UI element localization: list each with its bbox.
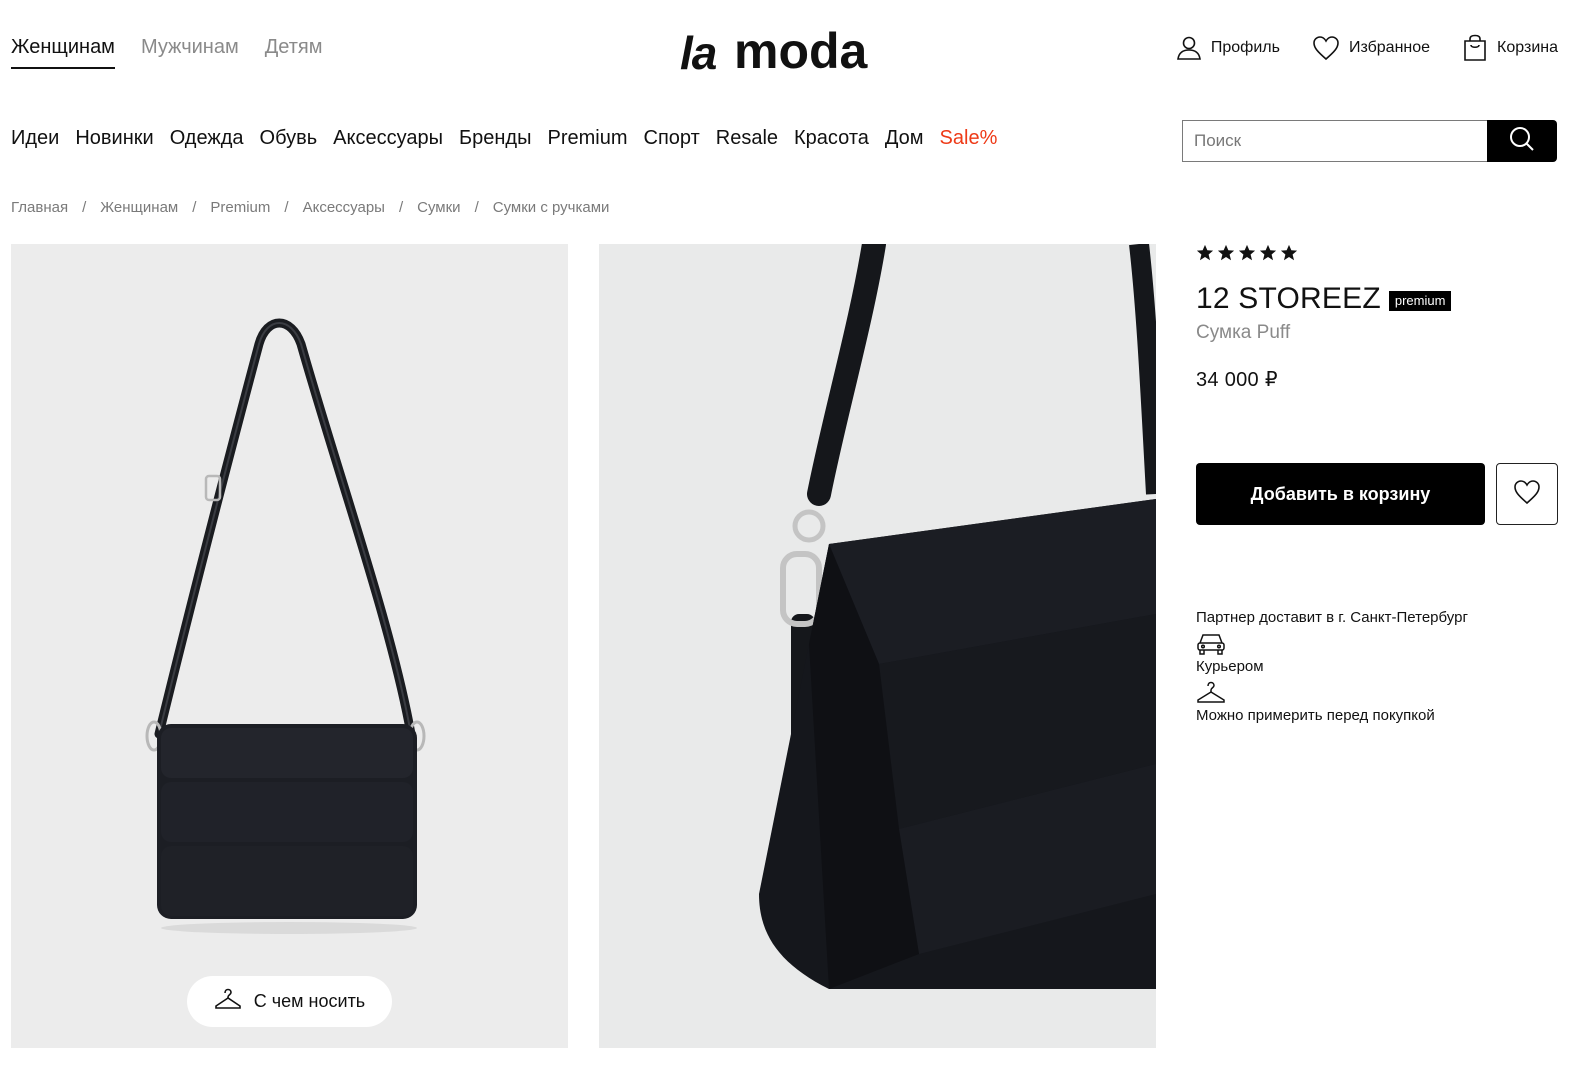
category-nav: Идеи Новинки Одежда Обувь Аксессуары Бре… — [11, 127, 997, 150]
what-to-wear-button[interactable]: С чем носить — [187, 976, 392, 1027]
category-brands[interactable]: Бренды — [459, 127, 531, 150]
bag-detail-image — [599, 244, 1156, 1048]
courier-label: Курьером — [1196, 658, 1264, 675]
heart-icon — [1513, 479, 1541, 510]
tab-men[interactable]: Мужчинам — [141, 36, 239, 69]
tab-kids[interactable]: Детям — [265, 36, 323, 69]
star-icon — [1280, 244, 1298, 261]
bag-icon — [1462, 34, 1488, 62]
product-photo-detail[interactable] — [599, 244, 1156, 1048]
cart-label: Корзина — [1497, 39, 1558, 56]
logo-part-la: la — [680, 27, 717, 79]
breadcrumb-item-bags[interactable]: Сумки — [417, 199, 460, 216]
category-home[interactable]: Дом — [885, 127, 924, 150]
add-to-favorites-button[interactable] — [1496, 463, 1558, 525]
hanger-icon — [214, 988, 242, 1015]
rating-stars[interactable] — [1196, 244, 1566, 264]
top-header: Женщинам Мужчинам Детям la moda Профиль … — [0, 0, 1586, 100]
category-beauty[interactable]: Красота — [794, 127, 869, 150]
breadcrumb-item-accessories[interactable]: Аксессуары — [303, 199, 385, 216]
category-sale[interactable]: Sale% — [940, 127, 998, 150]
breadcrumb-separator: / — [474, 199, 479, 216]
breadcrumb-separator: / — [192, 199, 197, 216]
heart-icon — [1312, 35, 1340, 61]
category-sport[interactable]: Спорт — [644, 127, 700, 150]
search-bar — [1182, 120, 1557, 162]
delivery-info: Партнер доставит в г. Санкт-Петербург Ку… — [1196, 609, 1468, 724]
category-accessories[interactable]: Аксессуары — [333, 127, 443, 150]
breadcrumb: Главная / Женщинам / Premium / Аксессуар… — [11, 199, 609, 216]
product-name: Сумка Puff — [1196, 322, 1291, 343]
breadcrumb-item-premium[interactable]: Premium — [210, 199, 270, 216]
user-icon — [1176, 35, 1202, 61]
breadcrumb-separator: / — [284, 199, 289, 216]
star-icon — [1217, 244, 1235, 261]
lamoda-logo[interactable]: la moda — [680, 20, 892, 79]
favorites-link[interactable]: Избранное — [1312, 35, 1430, 61]
breadcrumb-item-women[interactable]: Женщинам — [100, 199, 178, 216]
delivery-partner-text[interactable]: Партнер доставит в г. Санкт-Петербург — [1196, 609, 1468, 626]
what-to-wear-label: С чем носить — [253, 991, 366, 1011]
star-icon — [1238, 244, 1256, 261]
tab-women[interactable]: Женщинам — [11, 36, 115, 69]
fitting-label: Можно примерить перед покупкой — [1196, 707, 1435, 724]
cart-link[interactable]: Корзина — [1462, 34, 1558, 62]
add-to-cart-button[interactable]: Добавить в корзину — [1196, 463, 1485, 525]
logo-part-moda: moda — [734, 23, 868, 79]
brand-row: 12 STOREEZ premium — [1196, 282, 1566, 316]
product-photo-front[interactable]: С чем носить — [11, 244, 568, 1048]
breadcrumb-item-home[interactable]: Главная — [11, 199, 68, 216]
category-shoes[interactable]: Обувь — [260, 127, 318, 150]
gender-nav: Женщинам Мужчинам Детям — [11, 36, 322, 69]
profile-link[interactable]: Профиль — [1176, 35, 1280, 61]
category-clothing[interactable]: Одежда — [170, 127, 244, 150]
search-icon — [1509, 126, 1535, 157]
search-button[interactable] — [1487, 120, 1557, 162]
category-premium[interactable]: Premium — [547, 127, 627, 150]
bag-front-image — [11, 244, 568, 1048]
favorites-label: Избранное — [1348, 39, 1431, 56]
user-nav: Профиль Избранное Корзина — [1176, 34, 1558, 62]
search-input[interactable] — [1182, 120, 1488, 162]
product-info: 12 STOREEZ premium Сумка Puff 34 000 ₽ — [1196, 244, 1566, 392]
premium-badge: premium — [1388, 291, 1452, 311]
star-icon — [1196, 244, 1214, 261]
category-resale[interactable]: Resale — [716, 127, 778, 150]
car-icon — [1196, 632, 1468, 656]
hanger-icon — [1196, 681, 1468, 705]
category-ideas[interactable]: Идеи — [11, 127, 59, 150]
breadcrumb-item-handbags[interactable]: Сумки с ручками — [493, 199, 610, 216]
breadcrumb-separator: / — [398, 199, 404, 216]
product-price: 34 000 ₽ — [1196, 369, 1278, 391]
breadcrumb-separator: / — [82, 199, 87, 216]
category-new[interactable]: Новинки — [75, 127, 153, 150]
star-icon — [1259, 244, 1277, 261]
brand-name[interactable]: 12 STOREEZ — [1196, 282, 1381, 316]
product-actions: Добавить в корзину — [1196, 463, 1558, 525]
profile-label: Профиль — [1210, 39, 1280, 56]
